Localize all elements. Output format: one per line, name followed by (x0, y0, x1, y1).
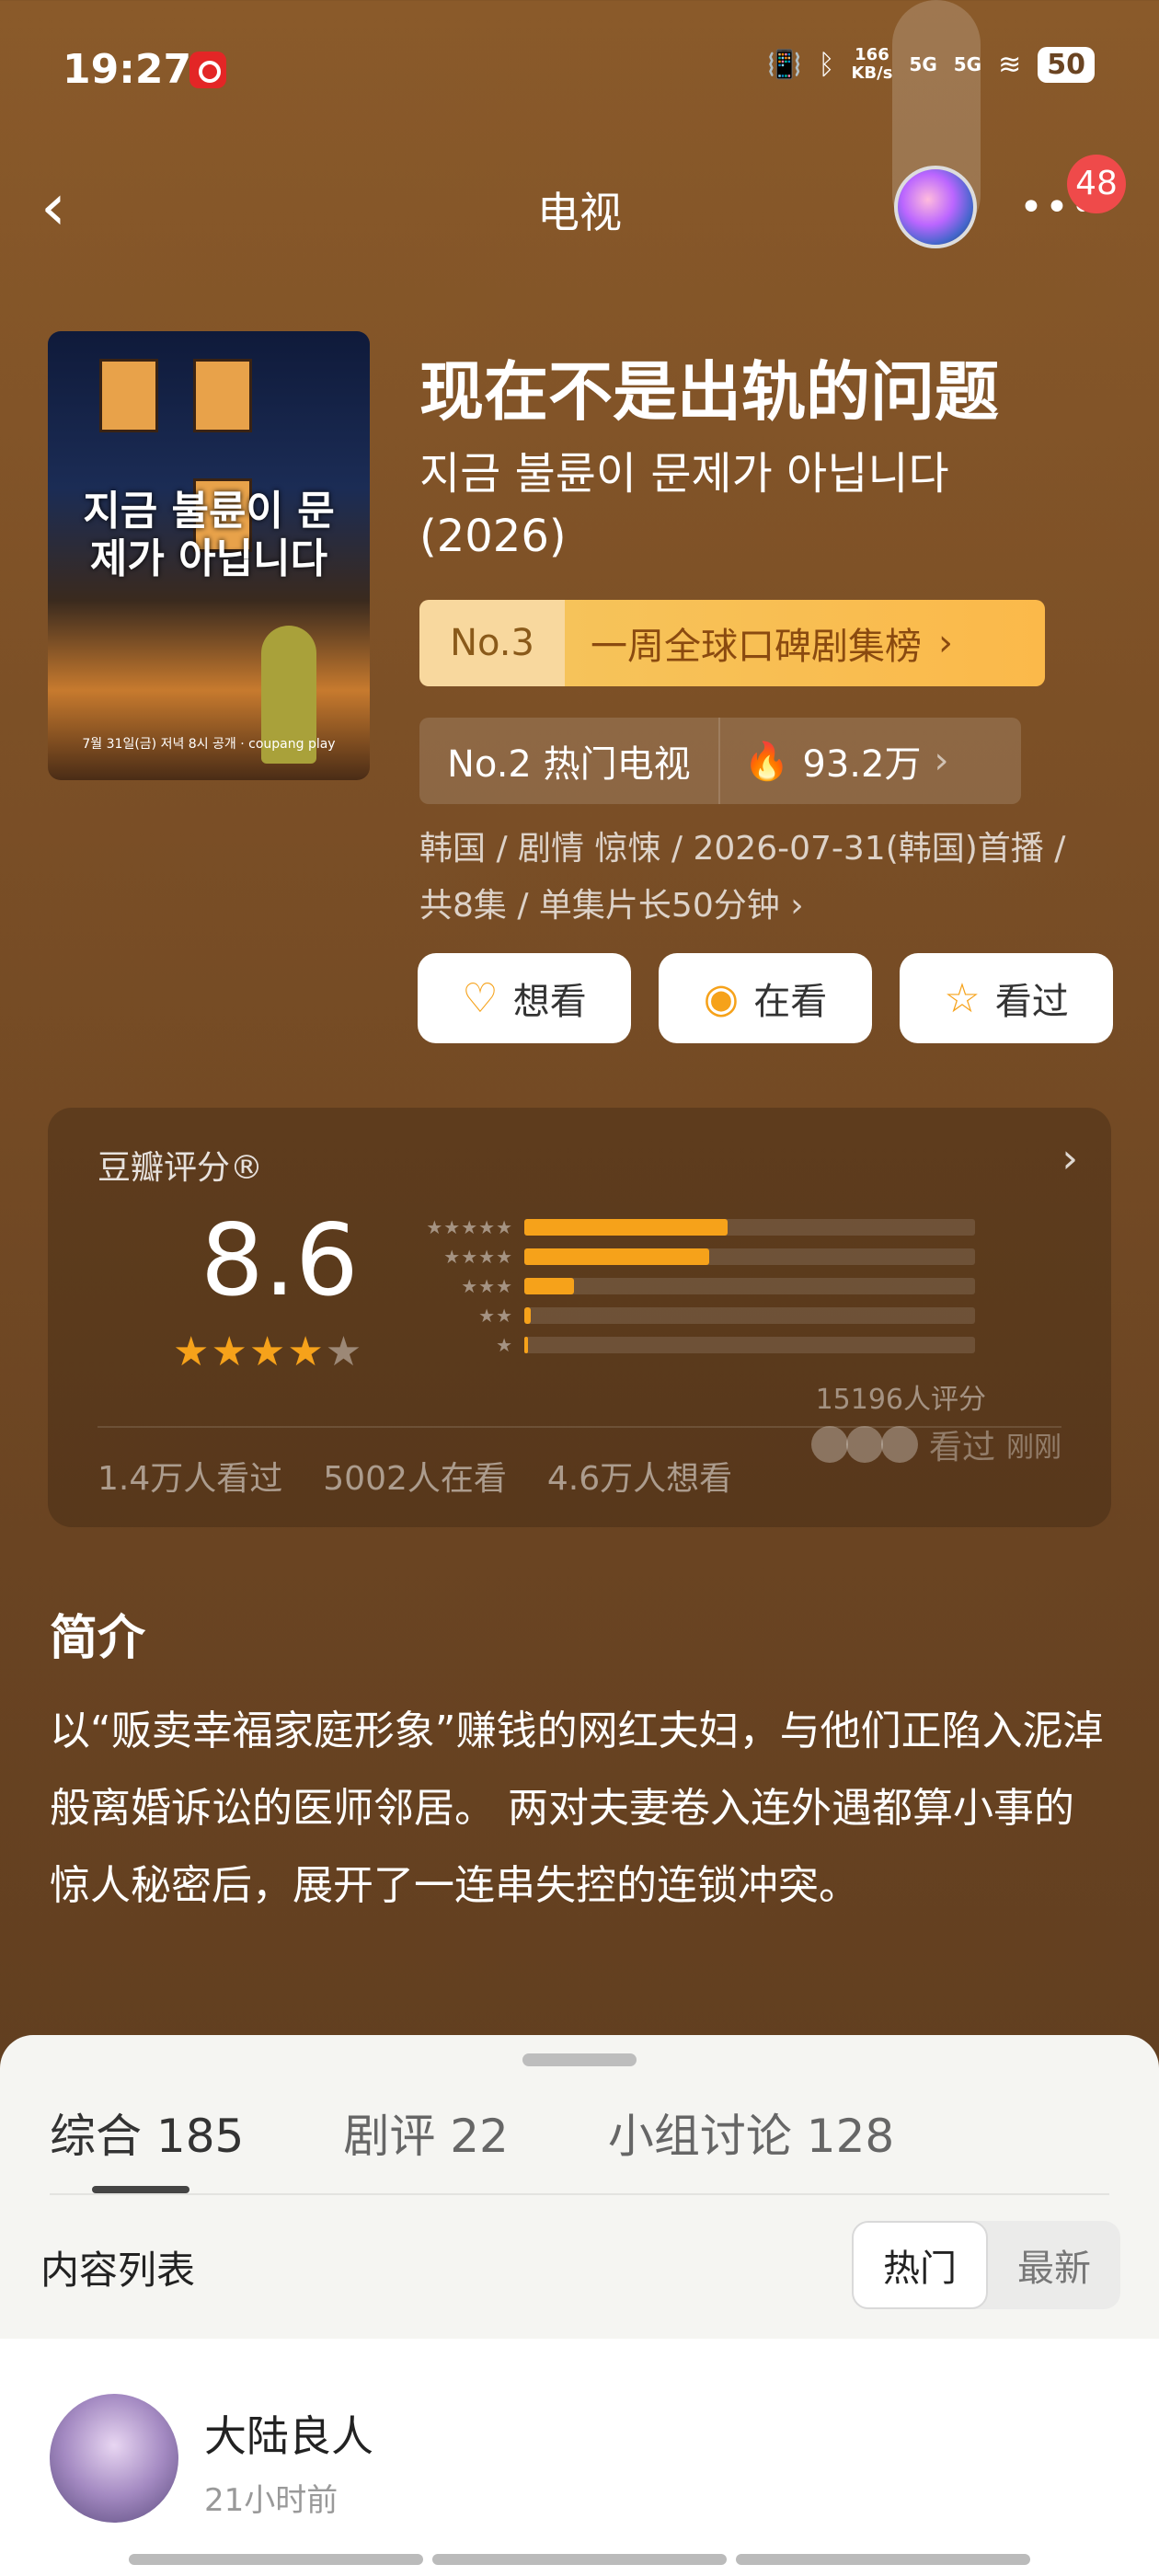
poster-window (193, 359, 252, 432)
show-year: (2026) (419, 511, 567, 562)
rating-row-stars: ★★★★ (443, 1246, 513, 1268)
active-tab-indicator (92, 2186, 189, 2193)
tab-bar: 综合 185 剧评 22 小组讨论 128 (50, 2099, 894, 2166)
divider (50, 2193, 1109, 2195)
rating-row-bar (524, 1278, 975, 1294)
flame-icon: 🔥 (743, 740, 790, 783)
chevron-right-icon[interactable]: › (1061, 1135, 1078, 1182)
want-count: 4.6万人想看 (546, 1460, 733, 1498)
hot-tv-ranking[interactable]: No.2 热门电视 🔥 93.2万 › (419, 718, 1021, 804)
show-original-title: 지금 불륜이 문제가 아닙니다 (419, 448, 949, 500)
meta-line-2: 共8集 / 单集片长50分钟 › (419, 887, 804, 925)
ai-assistant-icon[interactable] (894, 166, 977, 248)
rating-row-bar (524, 1248, 975, 1265)
sort-hot-button[interactable]: 热门 (852, 2221, 988, 2309)
show-meta[interactable]: 韩国 / 剧情 惊悚 / 2026-07-31(韩国)首播 / 共8集 / 单集… (419, 821, 1119, 935)
rating-score: 8.6 (201, 1203, 359, 1318)
wifi-icon: ≋ (998, 48, 1022, 81)
rating-row-bar (524, 1337, 975, 1353)
tab-group-discussion[interactable]: 小组讨论 128 (608, 2099, 894, 2166)
rating-row: ★★★★ (405, 1242, 975, 1271)
poster-image[interactable]: 지금 불륜이 문제가 아닙니다 7월 31일(금) 저녁 8시 공개 · cou… (48, 331, 370, 780)
watched-count: 1.4万人看过 (98, 1460, 283, 1498)
friend-activity[interactable]: 看过 刚刚 (810, 1420, 1061, 1468)
content-list-title: 内容列表 (40, 2248, 196, 2293)
watching-count: 5002人在看 (323, 1460, 507, 1498)
rating-row-fill (524, 1219, 728, 1236)
friend-avatar (880, 1426, 918, 1463)
status-bar: 19:27 📳 ᛒ 166 KB/s 5G 5G ≋ 50 (0, 0, 1159, 138)
rating-row-fill (524, 1248, 709, 1265)
page-title: 电视 (537, 188, 622, 237)
global-ranking-banner[interactable]: No.3 一周全球口碑剧集榜 › (419, 600, 1045, 686)
rating-votes: 15196人评分 (815, 1384, 986, 1416)
hot-rank-label: No.2 热门电视 (419, 718, 720, 804)
summary-heading: 简介 (50, 1611, 146, 1666)
friend-activity-label: 看过 (928, 1429, 995, 1466)
rating-row-stars: ★ (496, 1334, 513, 1356)
poster-title: 지금 불륜이 문제가 아닙니다 (83, 488, 335, 582)
want-to-watch-button[interactable]: ♡ 想看 (418, 953, 631, 1043)
avatar[interactable] (50, 2394, 178, 2523)
netease-music-icon (189, 52, 226, 88)
status-time: 19:27 (63, 46, 192, 93)
tab-reviews[interactable]: 剧评 22 (343, 2099, 509, 2166)
rank-list-name: 一周全球口碑剧集榜 › (565, 600, 1045, 686)
post-time: 21小时前 (204, 2482, 339, 2519)
watched-button[interactable]: ☆ 看过 (900, 953, 1113, 1043)
tab-overview[interactable]: 综合 185 (50, 2099, 244, 2166)
rating-row-bar (524, 1219, 975, 1236)
poster-footer: 7월 31일(금) 저녁 8시 공개 · coupang play (82, 737, 336, 752)
watching-button[interactable]: ◉ 在看 (659, 953, 872, 1043)
star-icon: ☆ (944, 974, 981, 1022)
audience-counts: 1.4万人看过 5002人在看 4.6万人想看 (98, 1452, 732, 1500)
rating-distribution: ★★★★★ ★★★★ ★★★ ★★ ★ (405, 1213, 975, 1360)
chevron-right-icon: › (934, 740, 949, 782)
rating-row: ★ (405, 1330, 975, 1360)
sort-toggle: 热门 最新 (852, 2221, 1120, 2309)
rating-label: 豆瓣评分® (98, 1149, 264, 1187)
rank-number: No.3 (419, 600, 565, 686)
rating-stars: ★★★★★ (173, 1328, 364, 1375)
friend-avatar (845, 1426, 883, 1463)
rating-row-stars: ★★ (478, 1305, 513, 1327)
show-title: 现在不是出轨的问题 (419, 354, 999, 430)
heat-value: 🔥 93.2万 › (743, 740, 949, 786)
rating-row: ★★ (405, 1301, 975, 1330)
rating-row: ★★★ (405, 1271, 975, 1301)
gesture-bar (129, 2554, 1030, 2565)
rating-row: ★★★★★ (405, 1213, 975, 1242)
list-item[interactable]: 大陆良人 21小时前 (0, 2339, 1159, 2576)
heart-plus-icon: ♡ (462, 974, 499, 1022)
notification-badge: 48 (1067, 155, 1126, 213)
bottom-sheet: 综合 185 剧评 22 小组讨论 128 内容列表 热门 最新 大陆良人 21… (0, 2035, 1159, 2576)
meta-line-1: 韩国 / 剧情 惊悚 / 2026-07-31(韩国)首播 / (419, 830, 1066, 868)
action-buttons: ♡ 想看 ◉ 在看 ☆ 看过 (418, 953, 1113, 1043)
chevron-right-icon: › (938, 622, 953, 664)
rating-row-fill (524, 1278, 574, 1294)
rating-row-fill (524, 1337, 528, 1353)
bluetooth-icon: ᛒ (818, 48, 835, 81)
sheet-drag-handle[interactable] (522, 2053, 637, 2066)
summary-text: 以“贩卖幸福家庭形象”赚钱的网红夫妇，与他们正陷入泥淖般离婚诉讼的医师邻居。 两… (50, 1708, 1104, 1909)
rating-row-stars: ★★★ (461, 1275, 513, 1297)
poster-window (99, 359, 158, 432)
chevron-right-icon: › (790, 887, 804, 925)
vibrate-icon: 📳 (767, 48, 802, 81)
sort-new-button[interactable]: 最新 (988, 2221, 1120, 2309)
battery-indicator: 50 (1038, 46, 1095, 83)
network-speed: 166 KB/s (851, 45, 893, 83)
friend-avatar (810, 1426, 848, 1463)
rating-card[interactable]: 豆瓣评分® › 8.6 ★★★★★ ★★★★★ ★★★★ ★★★ ★★ ★ 15196人… (48, 1108, 1111, 1527)
rating-row-stars: ★★★★★ (426, 1216, 513, 1238)
rating-row-bar (524, 1307, 975, 1324)
rating-row-fill (524, 1307, 532, 1324)
target-icon: ◉ (703, 974, 740, 1022)
post-author[interactable]: 大陆良人 (204, 2403, 373, 2464)
friend-activity-time: 刚刚 (1006, 1432, 1061, 1464)
